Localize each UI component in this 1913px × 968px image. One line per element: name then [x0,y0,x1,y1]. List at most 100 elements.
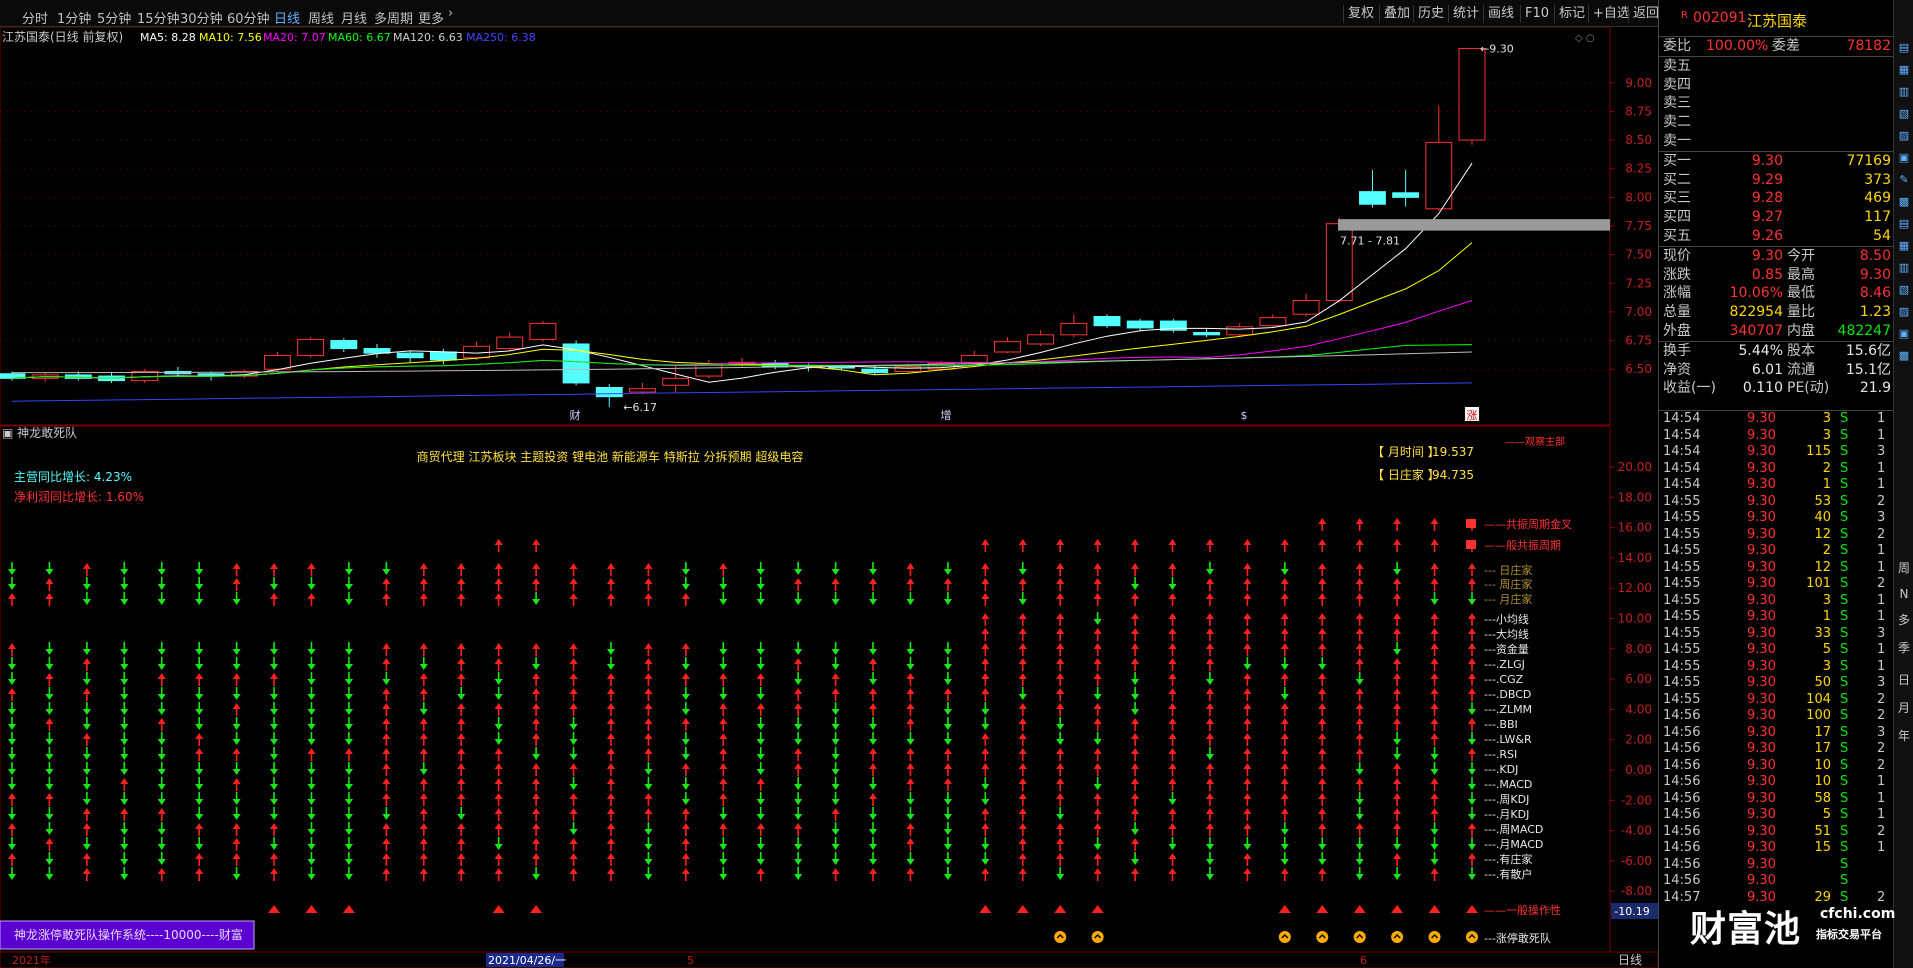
up-arrow [494,778,503,791]
tick-price: 9.30 [1747,823,1776,839]
tool-icon[interactable]: ▥ [1896,84,1912,100]
tool-icon[interactable]: ▣ [1896,326,1912,342]
tick-row: 14:56 9.30 S [1659,873,1894,890]
down-arrow [1280,687,1289,700]
stat-value: 0.85 [1751,266,1783,283]
up-arrow [270,853,279,866]
up-arrow [906,563,915,576]
down-arrow [1131,672,1140,685]
period-tab-10[interactable]: 更多 [418,8,444,27]
period-tab-9[interactable]: 多周期 [374,8,413,27]
toolbar-btn-3[interactable]: 统计 [1448,5,1483,23]
row-label-23: ——一般操作性 [1484,903,1561,917]
row-label-7: ---资金量 [1484,642,1529,656]
period-tab-6[interactable]: 日线 [274,8,300,27]
toolbar-btn-2[interactable]: 历史 [1413,5,1448,23]
tool-icon[interactable]: ▨ [1896,128,1912,144]
tick-count: 1 [1877,543,1886,558]
down-arrow [1093,612,1102,625]
period-side-0[interactable]: 周 [1896,560,1912,576]
down-arrow [1430,747,1439,760]
tool-icon[interactable]: ▤ [1896,216,1912,232]
period-tab-8[interactable]: 月线 [341,8,367,27]
event-mark[interactable]: 增 [941,408,952,422]
tick-side: S [1840,658,1849,674]
tick-time: 14:54 [1663,460,1701,476]
candle-body [1060,322,1088,336]
toolbar-btn-5[interactable]: F10 [1520,5,1553,23]
sell-label: 卖五 [1663,57,1691,74]
buy-price[interactable]: 9.30 [1752,152,1783,171]
period-side-4[interactable]: 日 [1896,672,1912,688]
tool-icon[interactable]: ✎ [1896,172,1912,188]
period-tab-5[interactable]: 60分钟 [227,8,270,27]
tool-icon[interactable]: ▣ [1896,150,1912,166]
tool-icon[interactable]: ▦ [1896,62,1912,78]
tool-icon[interactable]: ▦ [1896,238,1912,254]
tick-list[interactable]: 14:54 9.30 3 S 1 14:54 9.30 3 S 1 14:54 9.30 115 S 3 14… [1659,410,1894,906]
op-triangle [1054,905,1067,913]
tool-icon[interactable]: ▧ [1896,282,1912,298]
period-tab-2[interactable]: 5分钟 [97,8,131,27]
up-arrow [1243,539,1252,552]
more-chevron-icon[interactable]: › [448,6,453,21]
toolbar-btn-1[interactable]: 叠加 [1379,5,1414,23]
event-mark[interactable]: 财 [570,408,581,422]
toolbar-btn-4[interactable]: 画线 [1483,5,1518,23]
up-arrow [195,733,204,746]
period-toolbar: 分时 1分钟 5分钟 15分钟 30分钟 60分钟 日线 周线 月线 多周期 更多 › 复权 叠加 历史 统计… [0,0,1659,27]
down-arrow [8,717,16,730]
event-mark[interactable]: 涨 [1467,409,1478,422]
buy-price[interactable]: 9.29 [1752,171,1783,190]
event-mark[interactable]: $ [1241,409,1248,422]
chart-option-icon[interactable]: ◇ ○ [1575,33,1595,44]
period-side-6[interactable]: 多 [1896,612,1912,628]
period-side-3[interactable]: 月 [1896,700,1912,716]
up-arrow [719,763,728,776]
up-arrow [1318,628,1327,641]
chart-area[interactable]: 9.00 8.75 8.50 8.25 8.00 7.75 7.50 7.25 7.00 6.75… [0,26,1659,968]
up-arrow [45,718,54,731]
up-arrow [494,793,503,806]
stat2-value: 0.110 [1742,380,1783,397]
tool-icon[interactable]: ▥ [1896,260,1912,276]
buy-price[interactable]: 9.26 [1752,227,1783,246]
down-arrow [719,592,728,605]
period-tab-0[interactable]: 分时 [22,8,48,27]
tool-icon[interactable]: ▩ [1896,194,1912,210]
period-tab-7[interactable]: 周线 [308,8,334,27]
period-side-5[interactable]: N [1896,586,1912,602]
toolbar-btn-6[interactable]: 标记 [1554,5,1589,23]
stat-value: 822954 [1729,304,1783,321]
down-arrow [307,837,316,850]
weicha-label: 委差 [1772,38,1800,54]
buy-price[interactable]: 9.28 [1752,189,1783,208]
tool-icon[interactable]: ▨ [1896,304,1912,320]
period-tab-4[interactable]: 30分钟 [180,8,223,27]
buy-price[interactable]: 9.27 [1752,208,1783,227]
down-arrow [1393,837,1402,850]
op-triangle [1316,905,1329,913]
period-tab-3[interactable]: 15分钟 [137,8,180,27]
kline-chart[interactable]: 9.00 8.75 8.50 8.25 8.00 7.75 7.50 7.25 7.00 6.75… [0,26,1659,968]
xaxis-period[interactable]: 日线 [1618,953,1642,967]
tool-icon[interactable]: ▩ [1896,348,1912,364]
tick-qty: 2 [1822,460,1831,476]
period-side-1[interactable]: 季 [1896,640,1912,656]
up-arrow [869,868,878,881]
period-side-2[interactable]: 年 [1896,728,1912,744]
up-arrow [794,823,803,836]
banner-text[interactable]: 神龙涨停敢死队操作系统----10000----财富 [14,927,243,942]
tool-icon[interactable]: ▤ [1896,40,1912,56]
up-arrow [1056,628,1065,641]
up-arrow [681,718,690,731]
up-arrow [1018,718,1027,731]
period-tab-1[interactable]: 1分钟 [57,8,91,27]
toolbar-btn-0[interactable]: 复权 [1343,5,1378,23]
gift-icon [1466,540,1476,549]
down-arrow [1393,562,1402,575]
sell-label: 卖一 [1663,132,1691,149]
tool-icon[interactable]: ▧ [1896,106,1912,122]
down-arrow [943,837,952,850]
up-arrow [1093,823,1102,836]
